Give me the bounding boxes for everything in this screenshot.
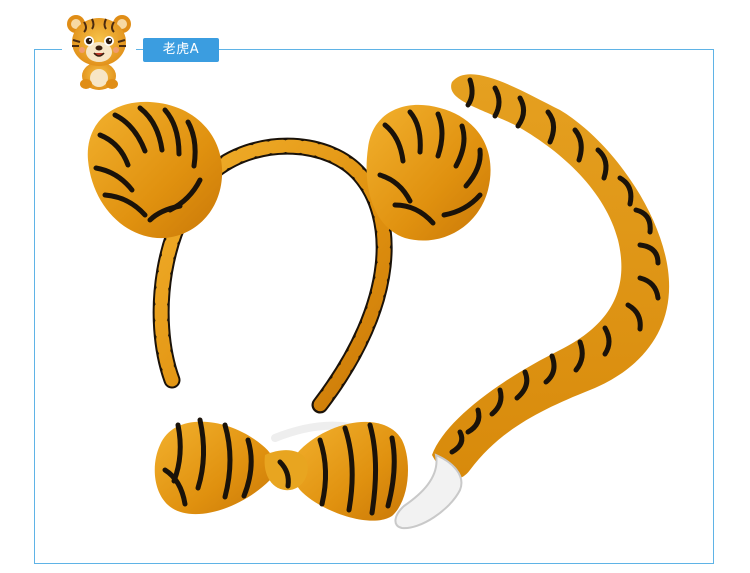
tiger-bow-tie [154, 417, 408, 521]
tiger-costume-photo [87, 74, 670, 530]
product-label-tag: 老虎A [143, 38, 219, 62]
tiger-headband [87, 101, 491, 414]
